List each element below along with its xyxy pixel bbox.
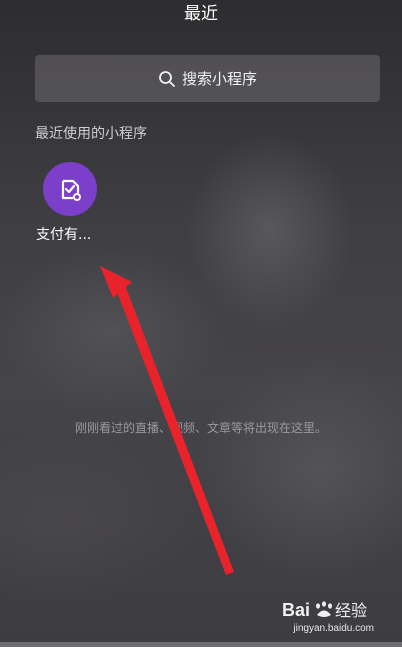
baidu-jingyan-watermark: Bai 经验 jingyan.baidu.com <box>282 597 374 635</box>
payment-document-check-icon[interactable] <box>43 162 97 216</box>
watermark-logo: Bai 经验 <box>282 597 374 621</box>
svg-text:经验: 经验 <box>335 601 367 620</box>
search-bar[interactable]: 搜索小程序 <box>35 55 380 102</box>
recent-section-title: 最近使用的小程序 <box>35 126 147 142</box>
recent-app-label: 支付有... <box>36 227 92 243</box>
empty-state-text: 刚刚看过的直播、视频、文章等将出现在这里。 <box>74 421 327 435</box>
page-title: 最近 <box>184 4 218 24</box>
watermark-url: jingyan.baidu.com <box>293 623 374 634</box>
recent-app-item[interactable]: 支付有... <box>36 162 108 244</box>
search-icon <box>158 70 176 88</box>
bottom-edge-bar <box>0 642 402 647</box>
mini-program-recent-screen: 最近 搜索小程序 最近使用的小程序 支付有... 刚刚看过的直播、视频、文章等将… <box>0 0 402 647</box>
search-placeholder: 搜索小程序 <box>181 69 257 88</box>
svg-text:Bai: Bai <box>282 600 310 620</box>
